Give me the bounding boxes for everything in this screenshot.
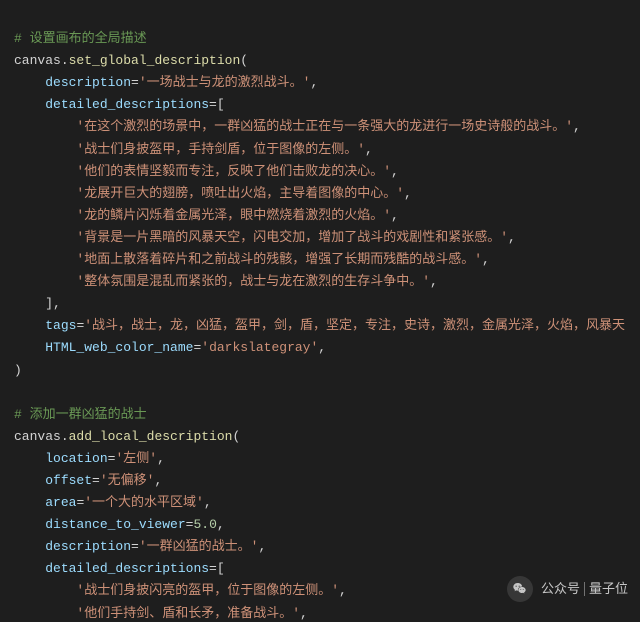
object-ref: canvas <box>14 53 61 68</box>
eq: = <box>131 539 139 554</box>
eq: = <box>92 473 100 488</box>
param-offset: offset <box>45 473 92 488</box>
string-literal: '一个大的水平区域' <box>84 495 204 510</box>
comma: , <box>404 186 412 201</box>
divider <box>584 582 585 596</box>
open-paren: ( <box>240 53 248 68</box>
comma: , <box>339 583 347 598</box>
comma: , <box>318 340 326 355</box>
string-literal: 'darkslategray' <box>201 340 318 355</box>
watermark-label: 公众号 <box>541 578 580 600</box>
param-html-color: HTML_web_color_name <box>45 340 193 355</box>
code-block: # 设置画布的全局描述 canvas.set_global_descriptio… <box>0 0 640 622</box>
string-literal: '他们的表情坚毅而专注，反映了他们击败龙的决心。' <box>76 164 391 179</box>
comma: , <box>482 252 490 267</box>
comma: , <box>154 473 162 488</box>
param-area: area <box>45 495 76 510</box>
comment-line: # 设置画布的全局描述 <box>14 31 147 46</box>
string-literal: '战斗，战士，龙，凶猛，盔甲，剑，盾，坚定，专注，史诗，激烈，金属光泽，火焰，风… <box>84 318 625 333</box>
object-ref: canvas <box>14 429 61 444</box>
param-location: location <box>45 451 107 466</box>
wechat-icon <box>507 576 533 602</box>
comma: , <box>391 208 399 223</box>
param-distance: distance_to_viewer <box>45 517 185 532</box>
param-detailed-descriptions: detailed_descriptions <box>45 97 209 112</box>
open-paren: ( <box>232 429 240 444</box>
comma: , <box>391 164 399 179</box>
comma: , <box>157 451 165 466</box>
param-description: description <box>45 539 131 554</box>
string-literal: '无偏移' <box>100 473 155 488</box>
string-literal: '战士们身披盔甲，手持剑盾，位于图像的左侧。' <box>76 142 365 157</box>
string-literal: '一场战士与龙的激烈战斗。' <box>139 75 311 90</box>
watermark-name: 量子位 <box>589 578 628 600</box>
comma: , <box>508 230 516 245</box>
number-literal: 5.0 <box>193 517 216 532</box>
dot: . <box>61 429 69 444</box>
string-literal: '左侧' <box>115 451 157 466</box>
close-paren: ) <box>14 363 22 378</box>
param-detailed-descriptions: detailed_descriptions <box>45 561 209 576</box>
comma: , <box>300 606 308 621</box>
param-tags: tags <box>45 318 76 333</box>
string-literal: '一群凶猛的战士。' <box>139 539 259 554</box>
eq: = <box>131 75 139 90</box>
comma: , <box>217 517 225 532</box>
string-literal: '整体氛围是混乱而紧张的，战士与龙在激烈的生存斗争中。' <box>76 274 430 289</box>
string-literal: '在这个激烈的场景中，一群凶猛的战士正在与一条强大的龙进行一场史诗般的战斗。' <box>76 119 573 134</box>
string-literal: '地面上散落着碎片和之前战斗的残骸，增强了长期而残酷的战斗感。' <box>76 252 482 267</box>
method-call: set_global_description <box>69 53 241 68</box>
comma: , <box>204 495 212 510</box>
string-literal: '背景是一片黑暗的风暴天空，闪电交加，增加了战斗的戏剧性和紧张感。' <box>76 230 508 245</box>
string-literal: '龙展开巨大的翅膀，喷吐出火焰，主导着图像的中心。' <box>76 186 404 201</box>
comma: , <box>258 539 266 554</box>
method-call: add_local_description <box>69 429 233 444</box>
string-literal: '龙的鳞片闪烁着金属光泽，眼中燃烧着激烈的火焰。' <box>76 208 391 223</box>
comment-line: # 添加一群凶猛的战士 <box>14 407 147 422</box>
dot: . <box>61 53 69 68</box>
open-bracket: =[ <box>209 97 225 112</box>
comma: , <box>365 142 373 157</box>
open-bracket: =[ <box>209 561 225 576</box>
watermark: 公众号 量子位 <box>507 576 628 602</box>
string-literal: '他们手持剑、盾和长矛，准备战斗。' <box>76 606 300 621</box>
close-bracket: ], <box>45 296 61 311</box>
string-literal: '战士们身披闪亮的盔甲，位于图像的左侧。' <box>76 583 339 598</box>
comma: , <box>430 274 438 289</box>
comma: , <box>573 119 581 134</box>
param-description: description <box>45 75 131 90</box>
watermark-text: 公众号 量子位 <box>541 578 628 600</box>
comma: , <box>310 75 318 90</box>
